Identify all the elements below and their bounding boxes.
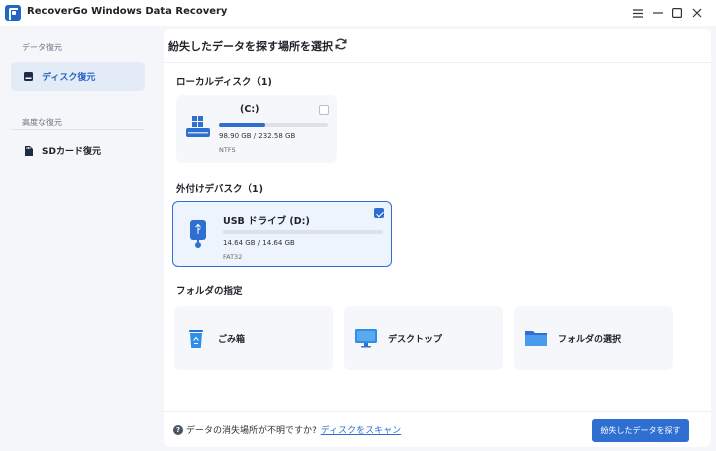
- page-title: 紛失したデータを探す場所を選択: [168, 40, 333, 53]
- drive-filesystem: FAT32: [223, 253, 243, 261]
- local-disk-section-title: ローカルディスク（1): [176, 77, 272, 88]
- folder-option-label: デスクトップ: [388, 334, 443, 345]
- drive-checkbox[interactable]: [374, 208, 384, 218]
- drive-usage-bar: [219, 123, 328, 127]
- desktop-icon: [355, 329, 377, 348]
- find-lost-data-button[interactable]: 紛失したデータを探す: [592, 419, 689, 442]
- drive-size: 98.90 GB / 232.58 GB: [219, 132, 296, 140]
- minimize-icon[interactable]: [649, 4, 667, 22]
- folder-option-select-folder[interactable]: フォルダの選択: [514, 306, 673, 370]
- drive-size: 14.64 GB / 14.64 GB: [223, 239, 295, 247]
- sidebar-divider: [11, 129, 145, 130]
- sidebar-section-advanced-recovery: 高度な復元: [22, 118, 62, 127]
- drive-usage-bar: [223, 230, 383, 234]
- main-panel: 紛失したデータを探す場所を選択 ローカルディスク（1) (C:) 98.90 G…: [164, 29, 711, 447]
- folder-option-label: フォルダの選択: [558, 334, 622, 345]
- scan-disk-link[interactable]: ディスクをスキャン: [321, 423, 401, 436]
- drive-card-usb-d[interactable]: USB ドライブ (D:) 14.64 GB / 14.64 GB FAT32: [172, 201, 392, 267]
- folder-option-recycle-bin[interactable]: ごみ箱: [174, 306, 333, 370]
- help-text: データの消失場所が不明ですか?: [186, 426, 317, 436]
- menu-icon[interactable]: [629, 4, 647, 22]
- drive-card-c[interactable]: (C:) 98.90 GB / 232.58 GB NTFS: [176, 95, 337, 163]
- app-title: RecoverGo Windows Data Recovery: [27, 6, 228, 17]
- drive-name: USB ドライブ (D:): [223, 216, 310, 227]
- drive-icon: [24, 72, 33, 81]
- drive-name: (C:): [240, 104, 260, 115]
- folder-icon: [525, 331, 547, 346]
- sidebar-item-disk-recovery[interactable]: ディスク復元: [11, 62, 145, 91]
- sidebar-item-sd-card-recovery[interactable]: SDカード復元: [11, 136, 145, 165]
- close-icon[interactable]: [688, 4, 706, 22]
- maximize-icon[interactable]: [668, 4, 686, 22]
- sd-card-icon: [25, 145, 33, 156]
- sidebar-section-data-recovery: データ復元: [22, 43, 62, 52]
- footer-divider: [164, 411, 711, 412]
- title-bar: RecoverGo Windows Data Recovery: [0, 0, 716, 26]
- refresh-icon[interactable]: [334, 37, 348, 51]
- sidebar-item-label: ディスク復元: [42, 73, 96, 83]
- drive-filesystem: NTFS: [219, 146, 236, 154]
- recycle-bin-icon: [189, 330, 203, 348]
- usb-drive-icon: [190, 220, 206, 248]
- app-logo-icon: [5, 5, 21, 21]
- folder-option-label: ごみ箱: [218, 334, 246, 345]
- folder-section-title: フォルダの指定: [176, 286, 243, 297]
- windows-drive-icon: [186, 116, 210, 137]
- drive-usage-fill: [219, 123, 266, 127]
- folder-option-desktop[interactable]: デスクトップ: [344, 306, 503, 370]
- sidebar-item-label: SDカード復元: [42, 147, 101, 157]
- sidebar: データ復元 ディスク復元 高度な復元 SDカード復元: [0, 26, 157, 451]
- help-row: ? データの消失場所が不明ですか? ディスクをスキャン: [173, 423, 401, 436]
- question-icon: ?: [173, 424, 183, 435]
- title-divider: [164, 62, 711, 63]
- drive-checkbox[interactable]: [319, 105, 329, 115]
- external-device-section-title: 外付けデバスク（1): [176, 184, 263, 195]
